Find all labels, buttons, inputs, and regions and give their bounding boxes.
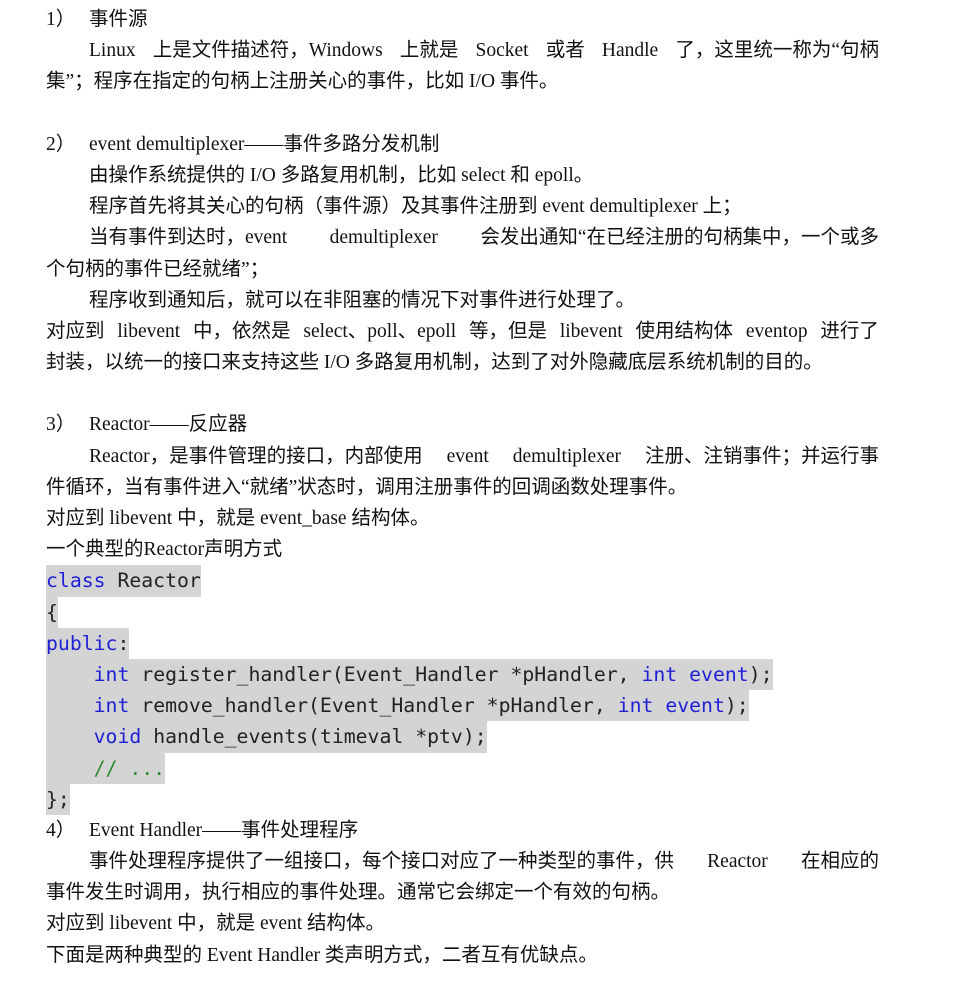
word: 会发出通知“在已经注册的句柄集中，一个或多 — [480, 227, 879, 249]
code-block: class Reactor { public: int register_han… — [46, 565, 879, 815]
word: Linux — [89, 40, 136, 62]
word: Reactor — [707, 851, 768, 873]
section-number: 4） — [46, 819, 76, 841]
section-4-line: 事件发生时调用，执行相应的事件处理。通常它会绑定一个有效的句柄。 — [46, 882, 671, 904]
section-title: 事件源 — [89, 9, 148, 30]
section-3-heading: 3） Reactor——反应器 — [46, 409, 879, 440]
code-keyword: int — [93, 662, 130, 686]
section-3-line: 件循环，当有事件进入“就绪”状态时，调用注册事件的回调函数处理事件。 — [46, 476, 688, 498]
section-4-line: 事件处理程序提供了一组接口，每个接口对应了一种类型的事件，供 Reactor 在… — [46, 846, 879, 877]
word: event — [446, 445, 489, 467]
section-number: 1） — [46, 9, 76, 30]
word: select、poll、epoll — [303, 320, 457, 342]
section-3-line: 一个典型的Reactor声明方式 — [46, 539, 283, 561]
word: Handle — [601, 40, 659, 62]
word: libevent — [559, 320, 623, 342]
code-text: : — [117, 631, 130, 655]
word: 中，依然是 — [193, 320, 291, 342]
code-text: handle_events(timeval *ptv); — [141, 725, 487, 749]
section-4-line: 下面是两种典型的 Event Handler 类声明方式，二者互有优缺点。 — [46, 944, 598, 966]
code-keyword: void — [93, 725, 142, 749]
word: Socket — [475, 40, 529, 62]
word: 进行了 — [820, 320, 879, 342]
word: libevent — [117, 320, 181, 342]
section-1-paragraph-line: 集”；程序在指定的句柄上注册关心的事件，比如 I/O 事件。 — [46, 71, 559, 93]
section-2-heading: 2） event demultiplexer——事件多路分发机制 — [46, 129, 879, 160]
word: 对应到 — [46, 320, 105, 342]
code-line: int remove_handler(Event_Handler *pHandl… — [46, 690, 879, 722]
code-line: public: — [46, 627, 879, 659]
code-line: class Reactor — [46, 565, 879, 597]
section-2-line: 个句柄的事件已经就绪”； — [46, 258, 270, 280]
word: 使用结构体 — [635, 320, 733, 342]
word: demultiplexer — [329, 227, 438, 249]
section-2-line: 当有事件到达时，event demultiplexer 会发出通知“在已经注册的… — [46, 222, 879, 253]
code-line: }; — [46, 783, 879, 815]
word: 在相应的 — [800, 851, 879, 873]
section-2-line: 封装，以统一的接口来支持这些 I/O 多路复用机制，达到了对外隐藏底层系统机制的… — [46, 352, 823, 374]
code-keyword: event — [665, 694, 725, 718]
code-text: ); — [748, 662, 773, 686]
word: demultiplexer — [512, 445, 622, 467]
section-2-line: 对应到 libevent 中，依然是 select、poll、epoll 等，但… — [46, 316, 879, 347]
code-keyword: event — [689, 662, 749, 686]
word: Reactor，是事件管理的接口，内部使用 — [89, 445, 423, 467]
code-text: }; — [46, 787, 70, 811]
word: 等，但是 — [468, 320, 547, 342]
code-comment: // ... — [93, 756, 166, 780]
word: 了，这里统一称为“句柄 — [675, 40, 879, 62]
section-3-line: 对应到 libevent 中，就是 event_base 结构体。 — [46, 508, 430, 529]
word: eventop — [745, 320, 808, 342]
code-text: Reactor — [105, 569, 201, 593]
word: 事件处理程序提供了一组接口，每个接口对应了一种类型的事件，供 — [89, 851, 675, 873]
code-keyword: class — [46, 569, 106, 593]
section-4-line: 对应到 libevent 中，就是 event 结构体。 — [46, 913, 386, 935]
word: 上是文件描述符，Windows — [152, 40, 383, 62]
word: 上就是 — [399, 40, 459, 62]
section-1-paragraph-line: Linux 上是文件描述符，Windows 上就是 Socket 或者 Hand… — [46, 35, 879, 66]
word: 注册、注销事件；并运行事 — [644, 445, 879, 467]
section-2-line: 由操作系统提供的 I/O 多路复用机制，比如 select 和 epoll。 — [89, 164, 594, 186]
code-keyword: int — [641, 662, 678, 686]
word: 当有事件到达时，event — [89, 227, 288, 249]
code-keyword: int — [93, 694, 130, 718]
code-line: int register_handler(Event_Handler *pHan… — [46, 658, 879, 691]
code-line: // ... — [46, 752, 879, 784]
code-text: ); — [724, 694, 749, 718]
section-4-heading: 4） Event Handler——事件处理程序 — [46, 815, 879, 846]
code-keyword: int — [617, 694, 654, 718]
code-text: remove_handler(Event_Handler *pHandler, — [129, 694, 618, 718]
code-text: register_handler(Event_Handler *pHandler… — [129, 662, 642, 686]
section-title: Reactor——反应器 — [89, 414, 248, 436]
section-title: event demultiplexer——事件多路分发机制 — [89, 133, 440, 155]
code-keyword: public — [46, 631, 118, 655]
section-2-line: 程序首先将其关心的句柄（事件源）及其事件注册到 event demultiple… — [89, 196, 742, 218]
section-3-line: Reactor，是事件管理的接口，内部使用 event demultiplexe… — [46, 441, 879, 472]
section-number: 2） — [46, 133, 76, 155]
section-number: 3） — [46, 414, 76, 436]
code-text: { — [46, 600, 58, 624]
section-2-line: 程序收到通知后，就可以在非阻塞的情况下对事件进行处理了。 — [89, 289, 636, 311]
section-title: Event Handler——事件处理程序 — [89, 819, 359, 841]
code-line: void handle_events(timeval *ptv); — [46, 721, 879, 753]
word: 或者 — [545, 40, 585, 62]
document-page: 1） 事件源 Linux 上是文件描述符，Windows 上就是 Socket 或… — [46, 4, 879, 971]
code-line: { — [46, 596, 879, 628]
section-1-heading: 1） 事件源 — [46, 4, 879, 35]
